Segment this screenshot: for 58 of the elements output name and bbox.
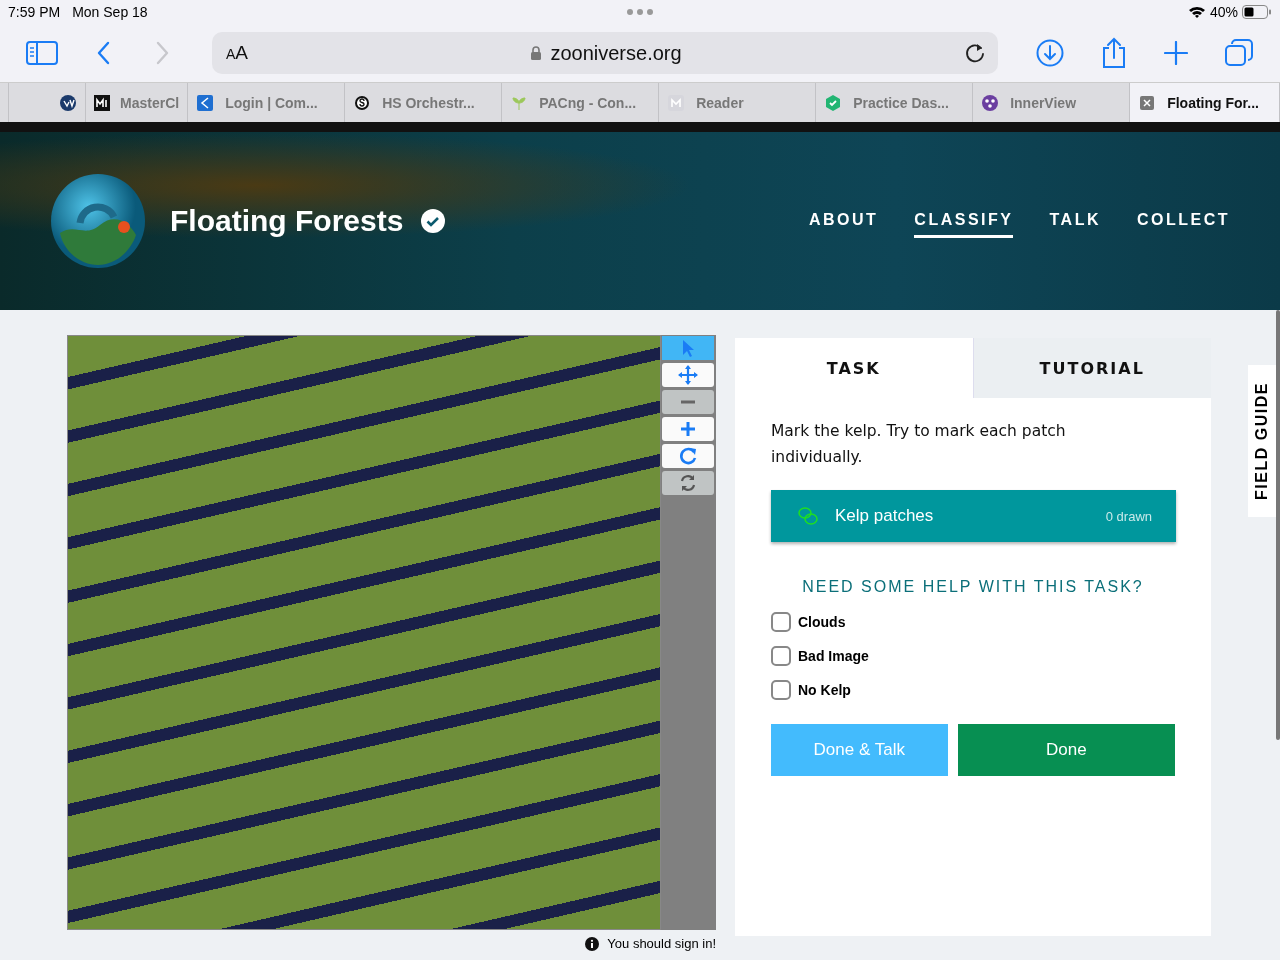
field-guide-tab[interactable]: FIELD GUIDE [1248,365,1276,517]
share-icon[interactable] [1101,37,1127,69]
checkbox[interactable] [771,646,791,666]
image-tool-button[interactable] [662,363,714,387]
wifi-icon [1187,5,1206,19]
battery-percent: 40% [1209,4,1238,20]
task-instruction: Mark the kelp. Try to mark each patch individually. [771,421,1067,468]
minus-icon [681,400,695,404]
logo-icon [197,94,214,111]
info-icon [585,936,600,951]
nav-link[interactable]: COLLECT [1136,204,1230,238]
leaf-icon [511,94,528,111]
text-size-button[interactable]: AA [226,42,249,64]
status-time: 7:59 PM [8,4,61,20]
drawing-tool-button[interactable]: Kelp patches 0 drawn [771,490,1176,542]
logo-icon [60,94,76,111]
done-button[interactable]: Done [957,724,1175,776]
new-tab-icon[interactable] [1164,41,1188,65]
move-icon [678,365,698,385]
project-title: Floating Forests [170,204,404,238]
more-dots-icon[interactable] [626,8,654,16]
panel-tab[interactable]: TUTORIAL [972,338,1211,398]
hexagon-check-icon [825,94,842,111]
drawn-count: 0 drawn [1105,508,1152,524]
battery-icon [1242,5,1272,19]
close-icon[interactable] [1139,94,1156,111]
checkbox-label[interactable]: Bad Image [798,648,869,664]
checkbox[interactable] [771,612,791,632]
rotate-icon [678,446,698,466]
logo-icon [354,94,371,111]
tabs-icon[interactable] [1225,39,1253,67]
scrollbar[interactable] [1276,310,1280,740]
nav-link[interactable]: TALK [1049,204,1101,238]
sign-in-notice: You should sign in! [607,936,716,951]
back-icon[interactable] [96,41,112,65]
dots-icon [982,94,999,111]
checkbox-label[interactable]: Clouds [798,614,846,630]
address-bar[interactable]: AA zooniverse.org [212,32,998,74]
nav-link[interactable]: ABOUT [808,204,879,238]
browser-tab[interactable]: Floating For... [1130,83,1280,122]
kelp-shape-icon [797,506,819,526]
plus-icon [678,419,698,439]
download-icon[interactable] [1036,39,1064,67]
status-date: Mon Sep 18 [72,4,148,20]
url-text: zooniverse.org [550,41,682,65]
reload-icon[interactable] [964,42,986,64]
checkbox[interactable] [771,680,791,700]
project-avatar[interactable] [50,173,146,269]
refresh-icon [678,473,698,493]
checkbox-label[interactable]: No Kelp [798,682,851,698]
logo-icon [668,94,685,111]
image-tool-button[interactable] [662,444,714,468]
nav-link[interactable]: CLASSIFY [914,204,1014,238]
lock-icon [530,45,543,61]
logo-icon [94,94,110,111]
image-tool-button[interactable] [662,417,714,441]
help-link[interactable]: NEED SOME HELP WITH THIS TASK? [802,578,1144,596]
sidebar-icon[interactable] [26,41,58,65]
